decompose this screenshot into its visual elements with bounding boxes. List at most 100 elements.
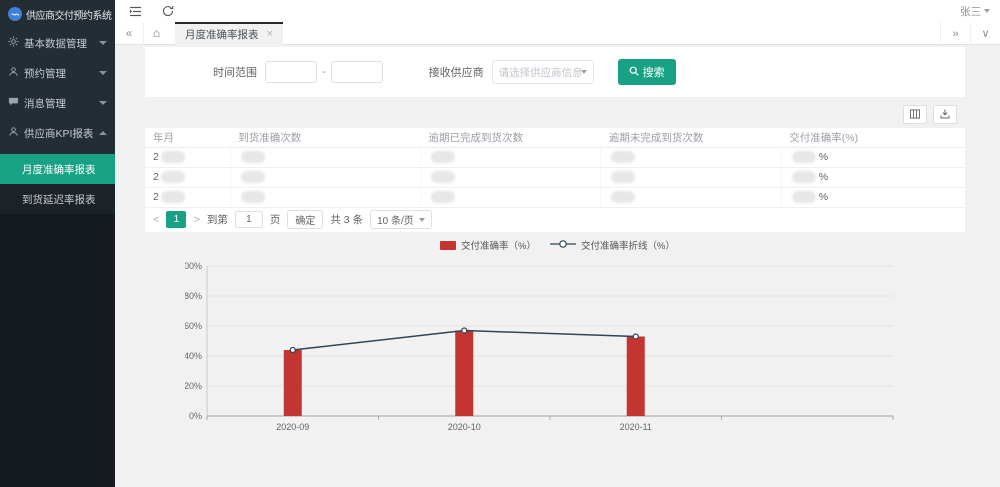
table-cell: % xyxy=(781,167,965,187)
sidebar-item-label: 供应商KPI报表 xyxy=(24,126,94,141)
svg-text:20%: 20% xyxy=(185,381,202,391)
gear-icon xyxy=(8,36,19,50)
sidebar-item-label: 基本数据管理 xyxy=(24,36,94,51)
sidebar-subitem-delivery-delay[interactable]: 到货延迟率报表 xyxy=(0,184,115,214)
sidebar-item-label: 消息管理 xyxy=(24,96,94,111)
refresh-icon[interactable] xyxy=(162,5,174,17)
chevron-down-icon xyxy=(984,9,990,13)
table-body: 2 %2 %2 % xyxy=(145,147,965,207)
page-size-select[interactable]: 10 条/页 xyxy=(370,210,432,229)
column-header: 逾期已完成到货次数 xyxy=(421,128,601,147)
redacted-value xyxy=(792,151,816,163)
tabs-back-icon[interactable]: « xyxy=(115,22,143,45)
table-cell xyxy=(601,147,781,167)
user-icon xyxy=(8,66,19,80)
legend-line-marker xyxy=(550,239,576,252)
redacted-value xyxy=(431,171,455,183)
svg-text:40%: 40% xyxy=(185,351,202,361)
search-panel: 时间范围 - 接收供应商 请选择供应商信息 搜索 xyxy=(145,47,965,97)
table-cell: 2 xyxy=(145,167,230,187)
sidebar-item-basic-data[interactable]: 基本数据管理 xyxy=(0,28,115,58)
search-button[interactable]: 搜索 xyxy=(618,59,676,85)
redacted-value xyxy=(241,191,265,203)
supplier-select[interactable]: 请选择供应商信息 xyxy=(492,60,594,84)
table-cell xyxy=(230,147,420,167)
home-icon[interactable]: ⌂ xyxy=(143,22,169,45)
redacted-value xyxy=(431,191,455,203)
user-menu[interactable]: 张三 xyxy=(960,0,990,22)
sidebar-item-label: 预约管理 xyxy=(24,66,94,81)
table-cell: 2 xyxy=(145,187,230,207)
table-header-row: 年月到货准确次数逾期已完成到货次数逾期未完成到货次数交付准确率(%) xyxy=(145,128,965,147)
table-cell xyxy=(230,167,420,187)
goto-confirm-button[interactable]: 确定 xyxy=(287,210,323,229)
column-settings-button[interactable] xyxy=(903,105,927,124)
sidebar-item-messages[interactable]: 消息管理 xyxy=(0,88,115,118)
page-unit-label: 页 xyxy=(270,212,281,227)
export-button[interactable] xyxy=(933,105,957,124)
range-separator: - xyxy=(322,66,326,78)
column-header: 交付准确率(%) xyxy=(781,128,965,147)
chevron-down-icon xyxy=(581,70,587,74)
table-toolbar xyxy=(145,100,965,128)
table-cell xyxy=(421,167,601,187)
tabs-forward-icon[interactable]: » xyxy=(940,22,970,45)
redacted-value xyxy=(241,151,265,163)
app-logo: 供应商交付预约系统 xyxy=(0,0,115,28)
chevron-down-icon xyxy=(99,41,107,45)
legend-item-bar[interactable]: 交付准确率（%） xyxy=(440,238,536,252)
sidebar-subitem-monthly-accuracy[interactable]: 月度准确率报表 xyxy=(0,154,115,184)
legend-item-line[interactable]: 交付准确率折线（%） xyxy=(550,238,675,252)
supplier-label: 接收供应商 xyxy=(429,64,484,80)
accuracy-chart: 0%20%40%60%80%100%2020-092020-102020-11 xyxy=(185,258,900,436)
table-cell: % xyxy=(781,147,965,167)
redacted-value xyxy=(431,151,455,163)
column-header: 年月 xyxy=(145,128,230,147)
page-number-button[interactable]: 1 xyxy=(166,211,186,228)
message-icon xyxy=(8,96,19,110)
table-cell xyxy=(601,167,781,187)
columns-icon xyxy=(910,109,920,119)
table-cell: 2 xyxy=(145,147,230,167)
table-card: 年月到货准确次数逾期已完成到货次数逾期未完成到货次数交付准确率(%) 2 %2 … xyxy=(145,100,965,232)
chart-legend: 交付准确率（%） 交付准确率折线（%） xyxy=(115,238,1000,252)
close-icon[interactable]: × xyxy=(267,28,273,40)
svg-text:0%: 0% xyxy=(189,411,202,421)
next-page-icon[interactable]: > xyxy=(193,214,199,226)
sidebar-item-kpi-reports[interactable]: 供应商KPI报表 xyxy=(0,118,115,148)
sidebar: 供应商交付预约系统 基本数据管理 预约管理 消息管理 xyxy=(0,0,115,487)
sidebar-subitem-label: 到货延迟率报表 xyxy=(22,192,96,207)
tab-monthly-accuracy[interactable]: 月度准确率报表 × xyxy=(175,22,283,45)
chevron-up-icon xyxy=(99,131,107,135)
prev-page-icon[interactable]: < xyxy=(153,214,159,226)
time-start-input[interactable] xyxy=(265,61,317,83)
pagination: < 1 > 到第 页 确定 共 3 条 10 条/页 xyxy=(145,208,965,232)
table-row: 2 % xyxy=(145,147,965,167)
table-cell xyxy=(421,187,601,207)
table-row: 2 % xyxy=(145,187,965,207)
legend-bar-swatch xyxy=(440,241,456,250)
app-logo-icon xyxy=(8,7,22,21)
user-icon xyxy=(8,126,19,140)
table-row: 2 % xyxy=(145,167,965,187)
table-cell xyxy=(601,187,781,207)
table-cell xyxy=(230,187,420,207)
legend-line-label: 交付准确率折线（%） xyxy=(581,238,675,252)
chevron-down-icon xyxy=(419,218,425,222)
sidebar-item-reservation[interactable]: 预约管理 xyxy=(0,58,115,88)
redacted-value xyxy=(241,171,265,183)
legend-bar-label: 交付准确率（%） xyxy=(461,238,536,252)
redacted-value xyxy=(161,151,185,163)
user-name: 张三 xyxy=(960,4,981,19)
tabbar: « ⌂ 月度准确率报表 × » ∨ xyxy=(115,22,1000,45)
collapse-sidebar-icon[interactable] xyxy=(129,6,142,17)
time-end-input[interactable] xyxy=(331,61,383,83)
svg-text:2020-10: 2020-10 xyxy=(448,422,481,432)
table-cell: % xyxy=(781,187,965,207)
svg-text:2020-11: 2020-11 xyxy=(620,422,652,432)
sidebar-filler xyxy=(0,214,115,487)
export-icon xyxy=(940,109,950,119)
tabs-collapse-icon[interactable]: ∨ xyxy=(970,22,1000,45)
chevron-down-icon xyxy=(99,71,107,75)
goto-page-input[interactable] xyxy=(235,211,263,228)
